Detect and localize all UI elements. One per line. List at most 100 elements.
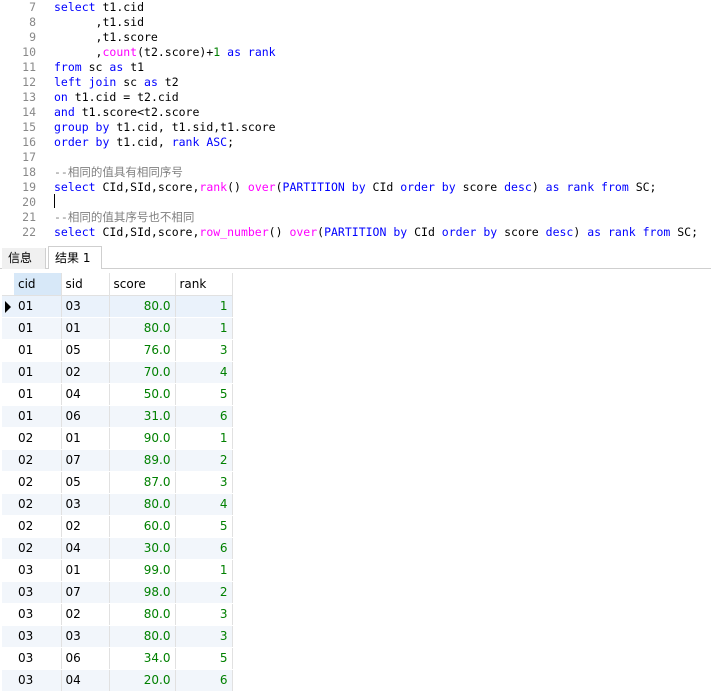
table-row[interactable]: 03 04 20.0 6 (2, 669, 233, 692)
cell-rank[interactable]: 6 (175, 537, 233, 560)
cell-score[interactable]: 30.0 (109, 537, 176, 560)
table-row[interactable]: 01 02 70.0 4 (2, 361, 233, 384)
cell-cid[interactable]: 03 (14, 625, 62, 648)
cell-rank[interactable]: 5 (175, 647, 233, 670)
table-row[interactable]: 01 05 76.0 3 (2, 339, 233, 362)
row-indicator[interactable] (2, 559, 14, 582)
table-row[interactable]: 02 05 87.0 3 (2, 471, 233, 494)
result-grid[interactable]: cid sid score rank 01 03 80.0 1 01 01 80.0 1 01 0… (0, 273, 711, 693)
cell-sid[interactable]: 03 (61, 625, 110, 648)
cell-cid[interactable]: 03 (14, 559, 62, 582)
row-indicator[interactable] (2, 361, 14, 384)
cell-rank[interactable]: 3 (175, 471, 233, 494)
row-indicator[interactable] (2, 449, 14, 472)
cell-rank[interactable]: 2 (175, 449, 233, 472)
table-row[interactable]: 02 07 89.0 2 (2, 449, 233, 472)
table-row[interactable]: 02 03 80.0 4 (2, 493, 233, 516)
cell-sid[interactable]: 03 (61, 493, 110, 516)
cell-score[interactable]: 90.0 (109, 427, 176, 450)
row-indicator[interactable] (2, 537, 14, 560)
cell-sid[interactable]: 01 (61, 559, 110, 582)
table-row[interactable]: 03 01 99.0 1 (2, 559, 233, 582)
table-row[interactable]: 03 03 80.0 3 (2, 625, 233, 648)
row-indicator[interactable] (2, 647, 14, 670)
cell-score[interactable]: 80.0 (109, 317, 176, 340)
table-row[interactable]: 03 07 98.0 2 (2, 581, 233, 604)
cell-score[interactable]: 87.0 (109, 471, 176, 494)
cell-sid[interactable]: 02 (61, 515, 110, 538)
cell-score[interactable]: 34.0 (109, 647, 176, 670)
row-indicator[interactable] (2, 625, 14, 648)
cell-score[interactable]: 31.0 (109, 405, 176, 428)
cell-cid[interactable]: 02 (14, 449, 62, 472)
cell-rank[interactable]: 3 (175, 625, 233, 648)
row-indicator[interactable] (2, 603, 14, 626)
cell-sid[interactable]: 07 (61, 581, 110, 604)
cell-cid[interactable]: 03 (14, 669, 62, 692)
cell-score[interactable]: 98.0 (109, 581, 176, 604)
cell-rank[interactable]: 4 (175, 361, 233, 384)
row-indicator[interactable] (2, 383, 14, 406)
cell-cid[interactable]: 02 (14, 471, 62, 494)
cell-rank[interactable]: 4 (175, 493, 233, 516)
cell-score[interactable]: 89.0 (109, 449, 176, 472)
cell-score[interactable]: 80.0 (109, 603, 176, 626)
row-indicator[interactable] (2, 581, 14, 604)
cell-cid[interactable]: 01 (14, 295, 62, 318)
column-header-rank[interactable]: rank (175, 273, 233, 296)
cell-cid[interactable]: 01 (14, 339, 62, 362)
cell-sid[interactable]: 04 (61, 383, 110, 406)
cell-sid[interactable]: 05 (61, 339, 110, 362)
cell-score[interactable]: 70.0 (109, 361, 176, 384)
cell-cid[interactable]: 02 (14, 515, 62, 538)
row-indicator[interactable] (2, 317, 14, 340)
cell-rank[interactable]: 3 (175, 339, 233, 362)
table-row[interactable]: 03 06 34.0 5 (2, 647, 233, 670)
table-row[interactable]: 03 02 80.0 3 (2, 603, 233, 626)
cell-sid[interactable]: 04 (61, 537, 110, 560)
cell-sid[interactable]: 04 (61, 669, 110, 692)
table-row[interactable]: 02 04 30.0 6 (2, 537, 233, 560)
cell-score[interactable]: 50.0 (109, 383, 176, 406)
column-header-cid[interactable]: cid (14, 273, 62, 296)
cell-score[interactable]: 80.0 (109, 295, 176, 318)
cell-sid[interactable]: 05 (61, 471, 110, 494)
cell-sid[interactable]: 02 (61, 361, 110, 384)
tab-info[interactable]: 信息 (2, 248, 46, 269)
cell-rank[interactable]: 1 (175, 317, 233, 340)
cell-rank[interactable]: 6 (175, 669, 233, 692)
cell-cid[interactable]: 01 (14, 405, 62, 428)
cell-score[interactable]: 20.0 (109, 669, 176, 692)
cell-rank[interactable]: 1 (175, 559, 233, 582)
cell-rank[interactable]: 2 (175, 581, 233, 604)
row-indicator[interactable] (2, 515, 14, 538)
cell-rank[interactable]: 3 (175, 603, 233, 626)
cell-sid[interactable]: 06 (61, 647, 110, 670)
cell-rank[interactable]: 5 (175, 383, 233, 406)
cell-sid[interactable]: 03 (61, 295, 110, 318)
row-indicator[interactable] (2, 295, 14, 318)
row-indicator[interactable] (2, 339, 14, 362)
table-row[interactable]: 02 02 60.0 5 (2, 515, 233, 538)
cell-cid[interactable]: 01 (14, 383, 62, 406)
cell-score[interactable]: 99.0 (109, 559, 176, 582)
cell-cid[interactable]: 03 (14, 581, 62, 604)
column-header-score[interactable]: score (109, 273, 176, 296)
row-indicator[interactable] (2, 493, 14, 516)
cell-score[interactable]: 76.0 (109, 339, 176, 362)
cell-cid[interactable]: 03 (14, 647, 62, 670)
cell-rank[interactable]: 1 (175, 427, 233, 450)
table-row[interactable]: 01 04 50.0 5 (2, 383, 233, 406)
row-indicator[interactable] (2, 405, 14, 428)
table-row[interactable]: 01 03 80.0 1 (2, 295, 233, 318)
cell-cid[interactable]: 02 (14, 427, 62, 450)
cell-cid[interactable]: 01 (14, 317, 62, 340)
column-header-sid[interactable]: sid (61, 273, 110, 296)
cell-sid[interactable]: 01 (61, 317, 110, 340)
table-row[interactable]: 01 06 31.0 6 (2, 405, 233, 428)
sql-editor[interactable]: 7 select t1.cid 8 ,t1.sid 9 ,t1.score 10 ,co… (0, 0, 711, 244)
cell-sid[interactable]: 06 (61, 405, 110, 428)
cell-rank[interactable]: 5 (175, 515, 233, 538)
cell-score[interactable]: 80.0 (109, 625, 176, 648)
row-indicator[interactable] (2, 669, 14, 692)
